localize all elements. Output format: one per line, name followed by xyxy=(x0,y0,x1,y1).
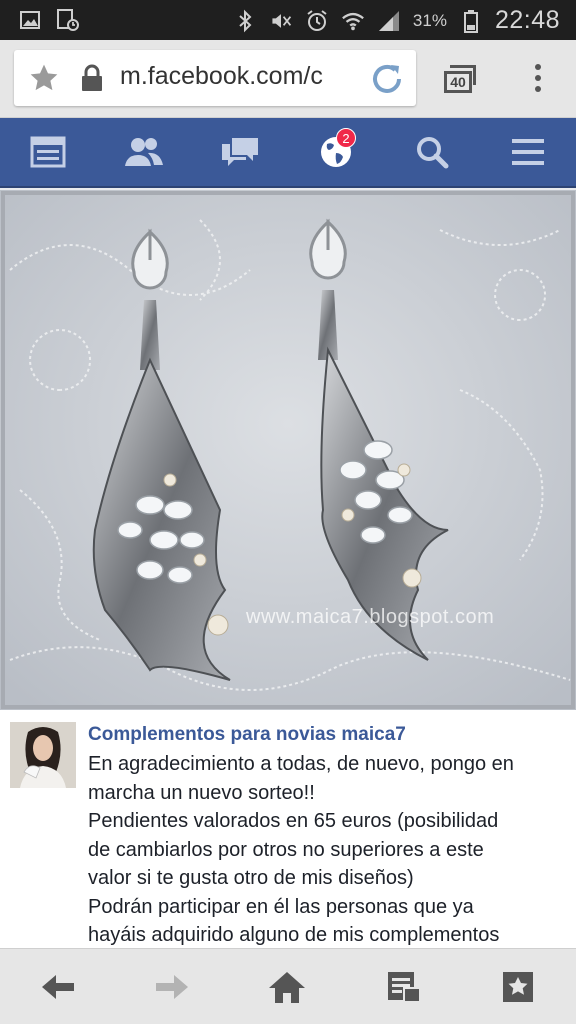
post-card: Complementos para novias maica7 En agrad… xyxy=(0,710,576,948)
tab-count: 40 xyxy=(444,71,472,93)
forward-arrow-icon[interactable] xyxy=(152,969,192,1005)
notifications-globe-icon[interactable]: 2 xyxy=(316,128,356,172)
bluetooth-icon xyxy=(233,9,257,33)
post-author[interactable]: Complementos para novias maica7 xyxy=(88,724,406,746)
bookmarks-icon[interactable] xyxy=(498,969,538,1005)
post-text-line: hayáis adquirido alguno de mis complemen… xyxy=(88,924,500,946)
friends-icon[interactable] xyxy=(124,132,164,172)
notification-badge: 2 xyxy=(336,128,356,148)
tabs-icon[interactable]: 40 xyxy=(442,65,476,93)
status-bar: 31% 22:48 xyxy=(0,0,576,40)
saved-pages-icon[interactable] xyxy=(384,969,424,1005)
facebook-nav-bar: 2 xyxy=(0,118,576,188)
battery-icon xyxy=(459,9,483,33)
url-text[interactable]: m.facebook.com/c xyxy=(120,62,365,91)
news-feed-icon[interactable] xyxy=(28,132,68,172)
post-photo[interactable]: www.maica7.blogspot.com xyxy=(0,190,576,710)
author-avatar[interactable] xyxy=(10,722,76,788)
messages-icon[interactable] xyxy=(220,132,260,172)
browser-toolbar: m.facebook.com/c 40 xyxy=(0,40,576,118)
wifi-icon xyxy=(341,9,365,33)
reload-icon[interactable] xyxy=(368,60,406,103)
photo-watermark: www.maica7.blogspot.com xyxy=(246,606,495,628)
earrings-photo xyxy=(0,190,576,710)
clock: 22:48 xyxy=(494,6,560,34)
signal-icon xyxy=(377,9,401,33)
post-text: En agradecimiento a todas, de nuevo, pon… xyxy=(88,750,568,948)
browser-bottom-toolbar xyxy=(0,948,576,1024)
post-text-line: de cambiarlos por otros no superiores a … xyxy=(88,838,484,861)
search-icon[interactable] xyxy=(412,132,452,172)
post-text-line: En agradecimiento a todas, de nuevo, pon… xyxy=(88,753,514,775)
alarm-icon xyxy=(305,9,329,33)
post-text-line: Podrán participar en él las personas que… xyxy=(88,895,474,918)
address-bar[interactable]: m.facebook.com/c xyxy=(14,50,416,106)
image-icon xyxy=(18,8,42,32)
post-text-line: marcha un nuevo sorteo!! xyxy=(88,781,315,804)
home-icon[interactable] xyxy=(267,969,307,1005)
battery-percent: 31% xyxy=(412,10,447,30)
mute-icon xyxy=(269,9,293,33)
bookmark-star-icon[interactable] xyxy=(28,62,60,99)
lock-icon xyxy=(80,64,104,97)
screenshot-icon xyxy=(56,8,80,32)
post-text-line: Pendientes valorados en 65 euros (posibi… xyxy=(88,810,499,832)
post-text-line: valor si te gusta otro de mis diseños) xyxy=(88,867,414,889)
back-arrow-icon[interactable] xyxy=(38,969,78,1005)
menu-icon[interactable] xyxy=(508,132,548,172)
menu-dots-icon[interactable] xyxy=(526,64,550,96)
